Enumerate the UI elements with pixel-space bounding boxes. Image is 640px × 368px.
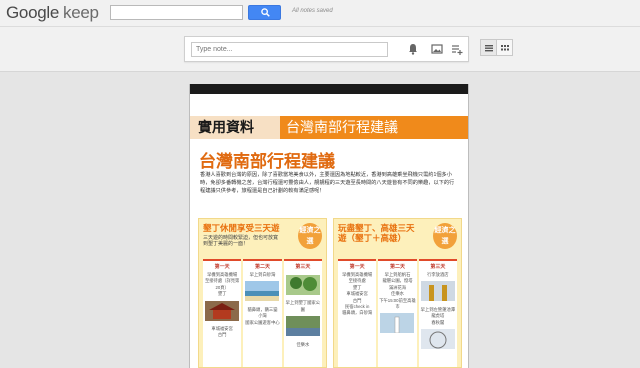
article-intro: 香港人喜歡到台灣的原因，除了喜歡當地美食以外，主要還因為地點較近，香港到高雄乘坐… [200, 172, 455, 194]
day-item: 墾丁 [217, 291, 227, 297]
day-label: 第二天 [389, 264, 405, 270]
itinerary-subtitle: 三天遊的時間較緊迫，但也可放寬到墾丁美麗的一面！ [203, 235, 279, 247]
day-item: 春秋閣 [431, 319, 445, 325]
day-item: 國家公園遊客中心 [245, 319, 280, 325]
list-view-button[interactable] [480, 39, 497, 56]
grid-view-button[interactable] [496, 39, 513, 56]
grid-view-icon [501, 45, 509, 51]
note-card[interactable]: 實用資料 台灣南部行程建議 台灣南部行程建議 香港人喜歡到台灣的原因，除了喜歡當… [189, 84, 469, 368]
beach-photo [245, 281, 280, 302]
day-label: 第一天 [349, 264, 365, 270]
park-photo [285, 275, 320, 295]
article-headline: 台灣南部行程建議 [199, 152, 335, 171]
ferris-wheel-photo [420, 329, 455, 350]
image-icon[interactable] [430, 42, 444, 56]
day-item: 早上到白砂灣 [249, 272, 276, 277]
day-item: 古門 [217, 332, 227, 338]
economy-badge: 經濟之選 [433, 223, 457, 249]
lighthouse-photo [380, 313, 415, 334]
coast-photo [285, 316, 320, 337]
day-item: 貓鼻頭，白砂灣 [342, 310, 373, 316]
day-label: 第一天 [214, 264, 230, 270]
pagoda-photo [420, 281, 455, 302]
bell-icon[interactable] [406, 42, 420, 56]
day-label: 第三天 [295, 264, 311, 270]
day-block: 第二天 早上到白砂灣 貓鼻頭，鵝三鑾 小灣 國家公園遊客中心 [243, 259, 282, 367]
itinerary-columns: 墾丁休閒享受三天遊 三天遊的時間較緊迫，但也可放寬到墾丁美麗的一面！ 經濟之選 … [198, 218, 462, 368]
day-item: 佳樂水 [296, 341, 310, 347]
day-item: 至接待處（詳見第20頁） [204, 278, 240, 290]
image-top-bar [190, 84, 468, 94]
note-toolbar [0, 27, 640, 72]
itinerary-column: 墾丁休閒享受三天遊 三天遊的時間較緊迫，但也可放寬到墾丁美麗的一面！ 經濟之選 … [198, 218, 327, 368]
day-block: 第二天 早上到船帆石 龍磐公園，燈塔 滿洲花海 佳樂水 下午15:00前至高雄市 [378, 259, 417, 367]
top-bar: Google keep All notes saved [0, 0, 640, 27]
day-block: 第三天 行李放酒店 早上到左營蓮池潭 龍虎塔 春秋閣 [418, 259, 457, 367]
search-button[interactable] [248, 5, 281, 20]
search-icon [261, 8, 270, 17]
section-label: 實用資料 [190, 116, 280, 139]
save-status: All notes saved [292, 8, 333, 14]
day-block: 第一天 早機到高雄機場 至接待處 墾丁 車城福安宮 古門 民宿check in … [338, 259, 377, 367]
section-title: 台灣南部行程建議 [280, 116, 468, 139]
logo-google-text: Google [6, 3, 60, 22]
economy-badge: 經濟之選 [298, 223, 322, 249]
logo-keep-text: keep [63, 3, 99, 22]
itinerary-title: 墾丁休閒享受三天遊 [203, 223, 280, 233]
day-item: 龍磐公園，燈塔 [382, 278, 413, 284]
day-label: 第三天 [430, 264, 446, 270]
day-block: 第一天 早機到高雄機場 至接待處（詳見第20頁） 墾丁 車城福安宮 古門 [203, 259, 242, 367]
google-keep-logo[interactable]: Google keep [6, 3, 99, 23]
new-note-box [184, 36, 469, 62]
itinerary-title: 玩盡墾丁、高雄三天遊（墾丁＋高雄） [338, 223, 415, 243]
list-view-icon [485, 45, 493, 52]
itinerary-column: 玩盡墾丁、高雄三天遊（墾丁＋高雄） 經濟之選 第一天 早機到高雄機場 至接待處 … [333, 218, 462, 368]
search-input[interactable] [110, 5, 243, 20]
temple-photo [205, 300, 240, 321]
day-item: 下午15:00前至高雄市 [379, 297, 416, 310]
section-header: 實用資料 台灣南部行程建議 [190, 116, 468, 139]
itinerary-subtitle [334, 243, 420, 245]
new-note-input[interactable] [191, 42, 388, 57]
day-item: 早上到墾丁國家公園 [285, 300, 320, 312]
day-block: 第三天 早上到墾丁國家公園 佳樂水 [283, 259, 322, 367]
day-label: 第二天 [254, 264, 270, 270]
day-item: 行李放酒店 [427, 272, 449, 277]
checklist-add-icon[interactable] [450, 42, 464, 56]
